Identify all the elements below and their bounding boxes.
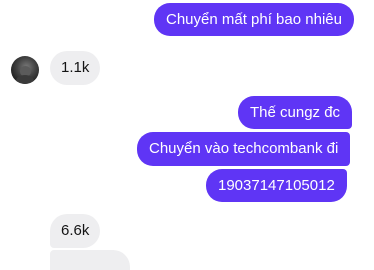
outgoing-message[interactable]: Chuyển vào techcombank đi: [137, 132, 351, 166]
outgoing-message[interactable]: Thế cungz đc: [238, 96, 353, 129]
chat-thread: Chuyển mất phí bao nhiêu 1.1k Thế cungz …: [0, 0, 374, 270]
outgoing-message[interactable]: Chuyển mất phí bao nhiêu: [154, 3, 354, 36]
outgoing-message[interactable]: 19037147105012: [206, 169, 347, 202]
incoming-message[interactable]: 1.1k: [50, 51, 101, 85]
incoming-message[interactable]: 6.6k: [50, 214, 101, 248]
contact-avatar[interactable]: [11, 56, 39, 84]
incoming-message-partial: [50, 250, 130, 270]
